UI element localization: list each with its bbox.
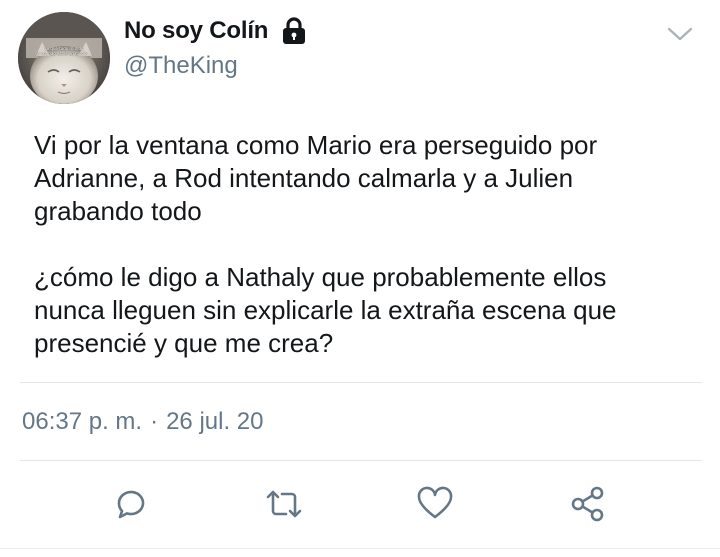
divider [20, 460, 702, 461]
divider [20, 382, 702, 383]
bottom-border [0, 548, 720, 549]
tweet-timestamp[interactable]: 06:37 p. m. · 26 jul. 20 [22, 408, 263, 436]
reply-button[interactable] [109, 482, 153, 526]
tweet-time: 06:37 p. m. [22, 408, 143, 435]
tweet-menu-button[interactable] [662, 18, 698, 50]
share-button[interactable] [566, 482, 610, 526]
tweet-actions [0, 478, 720, 528]
lock-icon [280, 16, 308, 46]
heart-icon [417, 486, 453, 519]
chevron-down-icon [667, 27, 693, 41]
share-icon [571, 486, 604, 522]
display-name[interactable]: No soy Colín [124, 17, 268, 45]
avatar[interactable]: Lo que todo mundo es cuando estas en mod… [18, 12, 110, 104]
retweet-icon [266, 490, 302, 518]
tweet-date: 26 jul. 20 [166, 408, 264, 435]
reply-icon [117, 490, 145, 519]
avatar-image [18, 12, 110, 104]
user-handle[interactable]: @TheKing [124, 52, 238, 80]
avatar-caption: Lo que todo mundo es cuando estas en mod… [35, 46, 93, 56]
tweet-card: Lo que todo mundo es cuando estas en mod… [0, 0, 720, 557]
timestamp-separator: · [150, 408, 159, 435]
retweet-button[interactable] [262, 482, 306, 526]
like-button[interactable] [413, 482, 457, 526]
author-name-row: No soy Colín [124, 16, 308, 46]
tweet-text: Vi por la ventana como Mario era persegu… [34, 130, 617, 358]
